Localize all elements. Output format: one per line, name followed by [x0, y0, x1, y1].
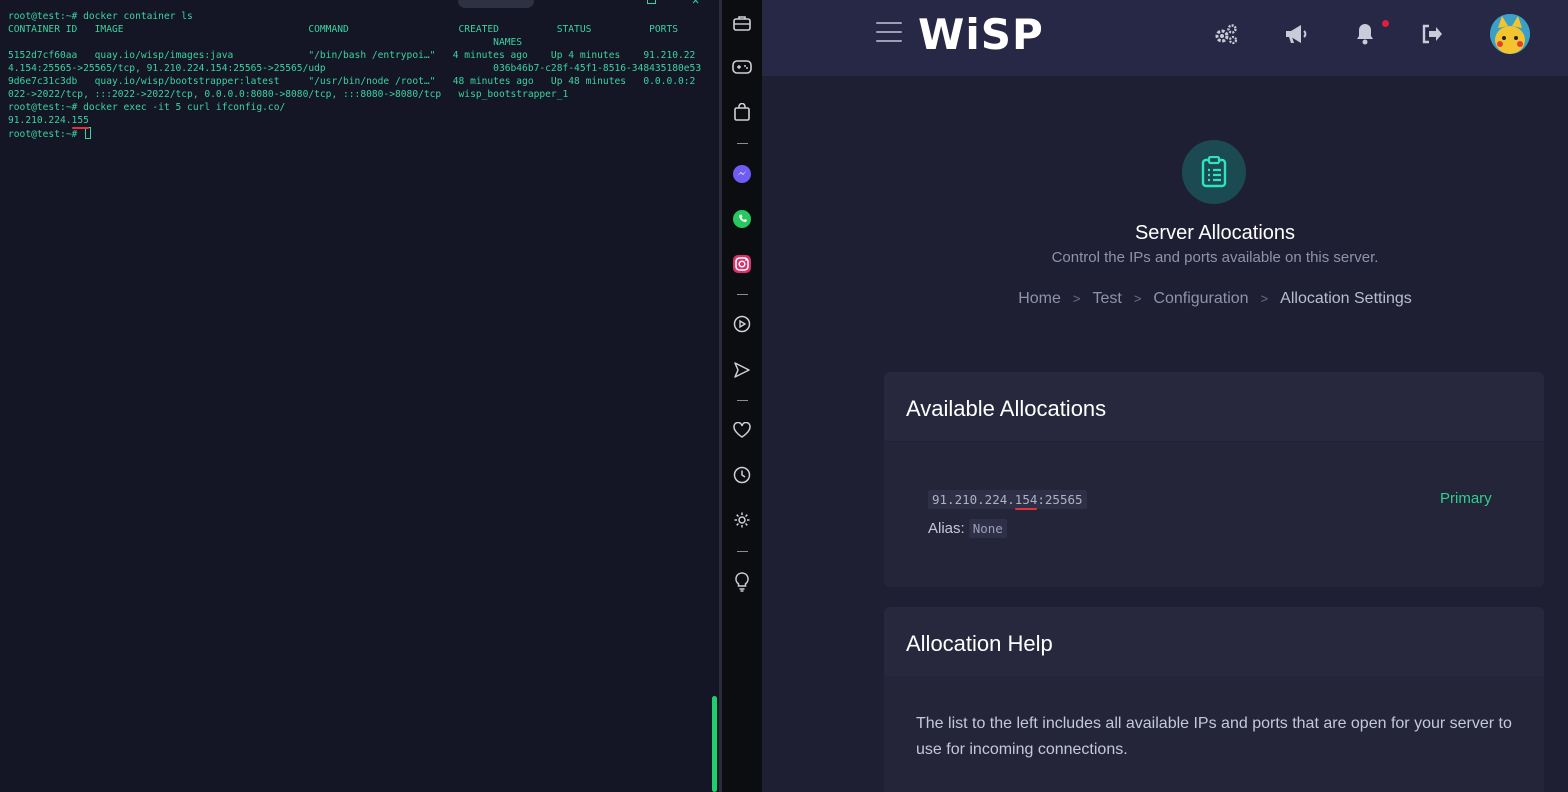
logout-icon[interactable]	[1418, 20, 1446, 48]
terminal-prompt-line[interactable]: root@test:~#	[8, 127, 721, 140]
allocations-list: 91.210.224.154:25565 Alias: None Primary	[884, 442, 1544, 587]
ip-output-prefix: 91.210.224.	[8, 115, 72, 126]
alias-value: None	[968, 519, 1007, 538]
breadcrumb-home[interactable]: Home	[1018, 290, 1061, 307]
browser-sidebar	[721, 0, 762, 792]
terminal-line: root@test:~# docker exec -it 5 curl ifco…	[8, 102, 286, 113]
terminal-window[interactable]: – ✕ root@test:~# docker container ls CON…	[0, 0, 721, 792]
available-allocations-card: Available Allocations 91.210.224.154:255…	[884, 372, 1544, 587]
heart-icon[interactable]	[731, 419, 753, 441]
chevron-right-icon: >	[1133, 291, 1142, 306]
top-navbar: WiSP	[762, 0, 1568, 76]
window-maximize-icon[interactable]	[647, 0, 656, 4]
menu-toggle-icon[interactable]	[876, 22, 902, 44]
breadcrumb: Home > Test > Configuration > Allocation Setti…	[762, 290, 1568, 308]
whatsapp-icon[interactable]	[731, 208, 753, 230]
breadcrumb-configuration[interactable]: Configuration	[1153, 290, 1248, 307]
instagram-icon[interactable]	[731, 253, 753, 275]
breadcrumb-server[interactable]: Test	[1092, 290, 1121, 307]
terminal-line: 5152d7cf60aa quay.io/wisp/images:java "/…	[8, 50, 696, 61]
terminal-line: root@test:~# docker container ls	[8, 11, 193, 22]
card-title: Allocation Help	[884, 607, 1544, 677]
gamepad-icon[interactable]	[731, 56, 753, 78]
sidebar-separator	[737, 551, 748, 552]
terminal-prompt: root@test:~#	[8, 129, 84, 140]
sidebar-separator	[737, 143, 748, 144]
clock-icon[interactable]	[731, 464, 753, 486]
allocation-ip-prefix: 91.210.224.	[932, 492, 1015, 507]
terminal-ip-output: 91.210.224.155	[8, 114, 721, 127]
primary-badge: Primary	[1440, 490, 1492, 507]
window-minimize-icon[interactable]: –	[556, 0, 562, 5]
ip-output-highlight: 155	[71, 115, 89, 126]
allocation-port: :25565	[1037, 492, 1083, 507]
settings-icon[interactable]	[731, 509, 753, 531]
allocation-address[interactable]: 91.210.224.154:25565	[928, 490, 1087, 509]
clipboard-list-icon	[1201, 156, 1227, 188]
sidebar-separator	[737, 400, 748, 401]
send-icon[interactable]	[731, 359, 753, 381]
briefcase-icon[interactable]	[731, 12, 753, 34]
terminal-line: CONTAINER ID IMAGE COMMAND CREATED STATU…	[8, 24, 679, 35]
page-subtitle: Control the IPs and ports available on t…	[1051, 249, 1379, 266]
share-session-pill[interactable]	[458, 0, 534, 8]
user-avatar[interactable]	[1490, 14, 1530, 54]
terminal-scrollbar[interactable]	[712, 696, 717, 792]
terminal-line: 4.154:25565->25565/tcp, 91.210.224.154:2…	[8, 63, 702, 74]
wisp-logo[interactable]: WiSP	[918, 10, 1044, 59]
page-title: Server Allocations	[1134, 222, 1296, 244]
announcements-icon[interactable]	[1282, 20, 1310, 48]
notification-dot	[1382, 20, 1389, 27]
allocation-ip-highlight: 154	[1014, 492, 1038, 507]
terminal-line: NAMES	[8, 37, 523, 48]
help-text: The list to the left includes all availa…	[884, 677, 1544, 792]
allocation-help-card: Allocation Help The list to the left inc…	[884, 607, 1544, 792]
play-icon[interactable]	[731, 313, 753, 335]
server-settings-icon[interactable]	[1212, 20, 1240, 48]
allocation-alias: Alias: None	[928, 519, 1007, 538]
terminal-line: 9d6e7c31c3db quay.io/wisp/bootstrapper:l…	[8, 76, 696, 87]
chevron-right-icon: >	[1260, 291, 1269, 306]
sidebar-separator	[737, 294, 748, 295]
breadcrumb-current: Allocation Settings	[1280, 290, 1412, 307]
notifications-bell-icon[interactable]	[1351, 20, 1379, 48]
shopping-bag-icon[interactable]	[731, 101, 753, 123]
terminal-line: 022->2022/tcp, :::2022->2022/tcp, 0.0.0.…	[8, 89, 569, 100]
alias-label: Alias:	[928, 520, 965, 537]
chevron-right-icon: >	[1072, 291, 1081, 306]
page-icon-badge	[1182, 140, 1246, 204]
card-title: Available Allocations	[884, 372, 1544, 442]
wisp-app: WiSP Server Allocations Control the IPs …	[762, 0, 1568, 792]
messenger-icon[interactable]	[731, 163, 753, 185]
window-close-icon[interactable]: ✕	[692, 0, 699, 7]
bulb-icon[interactable]	[731, 571, 753, 593]
